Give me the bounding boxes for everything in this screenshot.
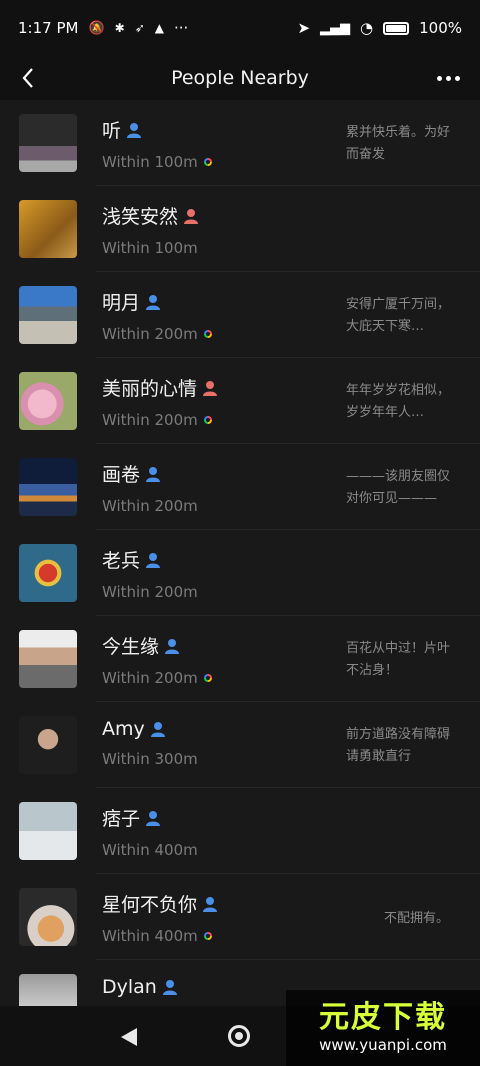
avatar bbox=[19, 458, 77, 516]
avatar bbox=[19, 630, 77, 688]
page-title: People Nearby bbox=[171, 67, 309, 89]
slack-icon: ✱ bbox=[114, 21, 125, 35]
person-row[interactable]: 今生缘 Within 200m 百花从中过！片叶不沾身！ bbox=[0, 616, 480, 702]
avatar bbox=[19, 372, 77, 430]
person-row[interactable]: 老兵 Within 200m bbox=[0, 530, 480, 616]
status-bar: 1:17 PM 🔕 ✱ ➶ ▲ ··· ➤ ▂▄▆ ◔ 100% bbox=[0, 0, 480, 56]
person-distance: Within 300m bbox=[102, 750, 198, 768]
female-icon bbox=[184, 208, 199, 224]
person-name: 明月 bbox=[102, 292, 141, 314]
nav-bar: People Nearby bbox=[0, 56, 480, 100]
avatar bbox=[19, 716, 77, 774]
moments-ring-icon bbox=[203, 416, 212, 424]
person-name: 星何不负你 bbox=[102, 894, 198, 916]
male-icon bbox=[146, 294, 161, 310]
person-row[interactable]: 听 Within 100m 累并快乐着。为好而奋发 bbox=[0, 100, 480, 186]
person-signature: 前方道路没有障碍请勇敢直行 bbox=[346, 727, 451, 764]
person-distance: Within 200m bbox=[102, 583, 198, 601]
bird-icon: ➶ bbox=[134, 21, 145, 35]
watermark-url: www.yuanpi.com bbox=[319, 1036, 447, 1054]
battery-level: 100% bbox=[419, 19, 462, 37]
person-name: Amy bbox=[102, 718, 145, 740]
person-row[interactable]: 美丽的心情 Within 200m 年年岁岁花相似，岁岁年年人… bbox=[0, 358, 480, 444]
moments-ring-icon bbox=[203, 158, 212, 166]
person-name: 画卷 bbox=[102, 464, 141, 486]
male-icon bbox=[127, 122, 142, 138]
person-signature: 不配拥有。 bbox=[384, 911, 450, 926]
watermark: 元皮下载 www.yuanpi.com bbox=[286, 990, 480, 1066]
person-distance: Within 100m bbox=[102, 239, 198, 257]
person-row[interactable]: 明月 Within 200m 安得广厦千万间，大庇天下寒… bbox=[0, 272, 480, 358]
avatar bbox=[19, 888, 77, 946]
person-signature: ———该朋友圈仅对你可见——— bbox=[346, 469, 451, 506]
person-signature: 百花从中过！片叶不沾身！ bbox=[346, 641, 451, 678]
person-name: 老兵 bbox=[102, 550, 141, 572]
watermark-title: 元皮下载 bbox=[319, 1000, 447, 1035]
signal-icon: ▂▄▆ bbox=[320, 20, 351, 36]
male-icon bbox=[146, 466, 161, 482]
person-distance: Within 400m bbox=[102, 841, 198, 859]
person-row[interactable]: 画卷 Within 200m ———该朋友圈仅对你可见——— bbox=[0, 444, 480, 530]
person-distance: Within 400m bbox=[102, 927, 198, 945]
avatar bbox=[19, 200, 77, 258]
person-signature: 累并快乐着。为好而奋发 bbox=[346, 125, 451, 162]
mute-icon: 🔕 bbox=[88, 20, 105, 36]
person-name: 美丽的心情 bbox=[102, 378, 198, 400]
person-row[interactable]: 星何不负你 Within 400m 不配拥有。 bbox=[0, 874, 480, 960]
battery-icon bbox=[383, 21, 410, 35]
system-back-button[interactable] bbox=[121, 1028, 137, 1046]
person-row[interactable]: Amy Within 300m 前方道路没有障碍请勇敢直行 bbox=[0, 702, 480, 788]
person-row[interactable]: 痞子 Within 400m bbox=[0, 788, 480, 874]
moments-ring-icon bbox=[203, 674, 212, 682]
person-name: 浅笑安然 bbox=[102, 206, 179, 228]
person-distance: Within 200m bbox=[102, 411, 198, 429]
person-distance: Within 200m bbox=[102, 325, 198, 343]
person-name: Dylan bbox=[102, 976, 157, 998]
person-name: 痞子 bbox=[102, 808, 141, 830]
male-icon bbox=[150, 722, 165, 737]
male-icon bbox=[146, 810, 161, 826]
male-icon bbox=[162, 980, 177, 995]
avatar bbox=[19, 544, 77, 602]
male-icon bbox=[203, 896, 218, 912]
android-icon: ▲ bbox=[154, 21, 164, 35]
avatar bbox=[19, 974, 77, 1006]
person-distance: Within 100m bbox=[102, 153, 198, 171]
avatar bbox=[19, 114, 77, 172]
more-options-button[interactable] bbox=[430, 62, 466, 94]
avatar bbox=[19, 802, 77, 860]
avatar bbox=[19, 286, 77, 344]
person-signature: 安得广厦千万间，大庇天下寒… bbox=[346, 297, 451, 334]
people-list: 听 Within 100m 累并快乐着。为好而奋发 浅笑安然 Within 10… bbox=[0, 100, 480, 1006]
status-time: 1:17 PM bbox=[18, 19, 79, 37]
person-distance: Within 200m bbox=[102, 669, 198, 687]
more-notifications-icon: ··· bbox=[174, 19, 189, 37]
person-row[interactable]: 浅笑安然 Within 100m bbox=[0, 186, 480, 272]
moments-ring-icon bbox=[203, 330, 212, 338]
chevron-left-icon bbox=[22, 68, 33, 88]
male-icon bbox=[165, 638, 180, 654]
moments-ring-icon bbox=[203, 932, 212, 940]
system-home-button[interactable] bbox=[228, 1025, 250, 1047]
location-icon: ➤ bbox=[297, 19, 311, 37]
back-button[interactable] bbox=[10, 60, 46, 96]
person-signature: 年年岁岁花相似，岁岁年年人… bbox=[346, 383, 451, 420]
wifi-icon: ◔ bbox=[360, 19, 374, 37]
female-icon bbox=[203, 380, 218, 396]
person-name: 听 bbox=[102, 120, 122, 142]
person-distance: Within 200m bbox=[102, 497, 198, 515]
person-name: 今生缘 bbox=[102, 636, 160, 658]
male-icon bbox=[146, 552, 161, 568]
